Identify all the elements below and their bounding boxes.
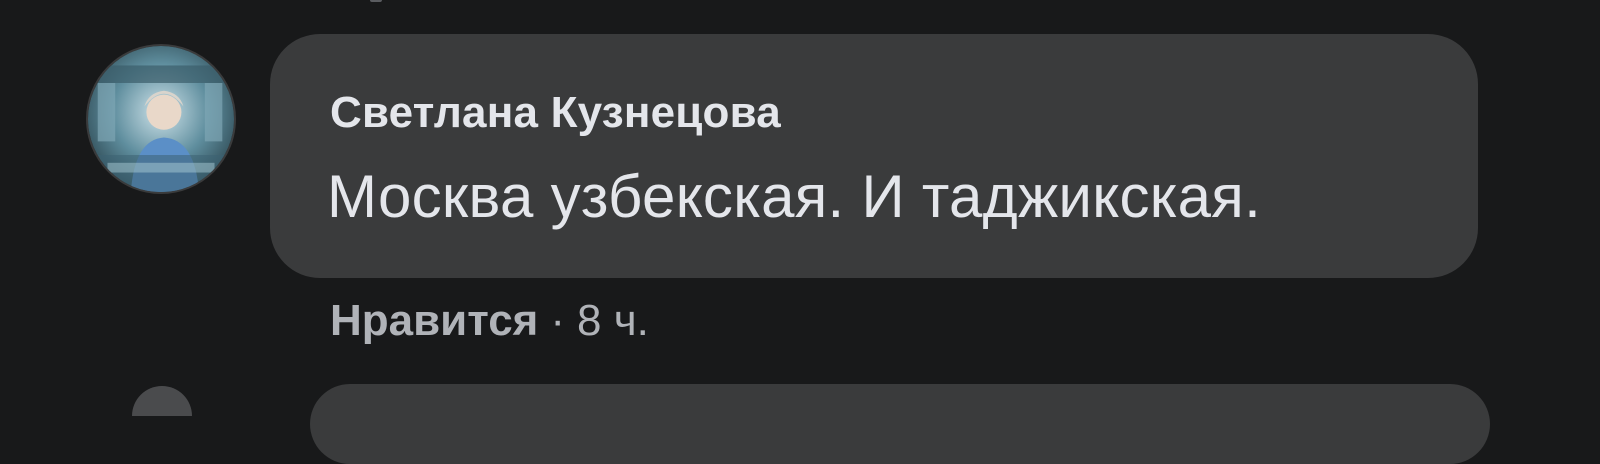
comment-timestamp[interactable]: 8 ч.	[577, 296, 649, 345]
comment-bubble: Светлана Кузнецова Москва узбекская. И т…	[270, 34, 1478, 278]
comment-actions: Нравится · 8 ч.	[330, 296, 649, 346]
previous-comment-remnant	[370, 0, 382, 2]
like-button[interactable]: Нравится	[330, 296, 538, 345]
comment-author[interactable]: Светлана Кузнецова	[330, 88, 781, 138]
next-comment-avatar[interactable]	[132, 386, 192, 416]
next-comment-bubble	[310, 384, 1490, 464]
avatar-photo-icon	[88, 46, 234, 192]
action-separator: ·	[550, 296, 565, 345]
avatar[interactable]	[86, 44, 236, 194]
comment-text: Москва узбекская. И таджикская.	[327, 163, 1262, 230]
